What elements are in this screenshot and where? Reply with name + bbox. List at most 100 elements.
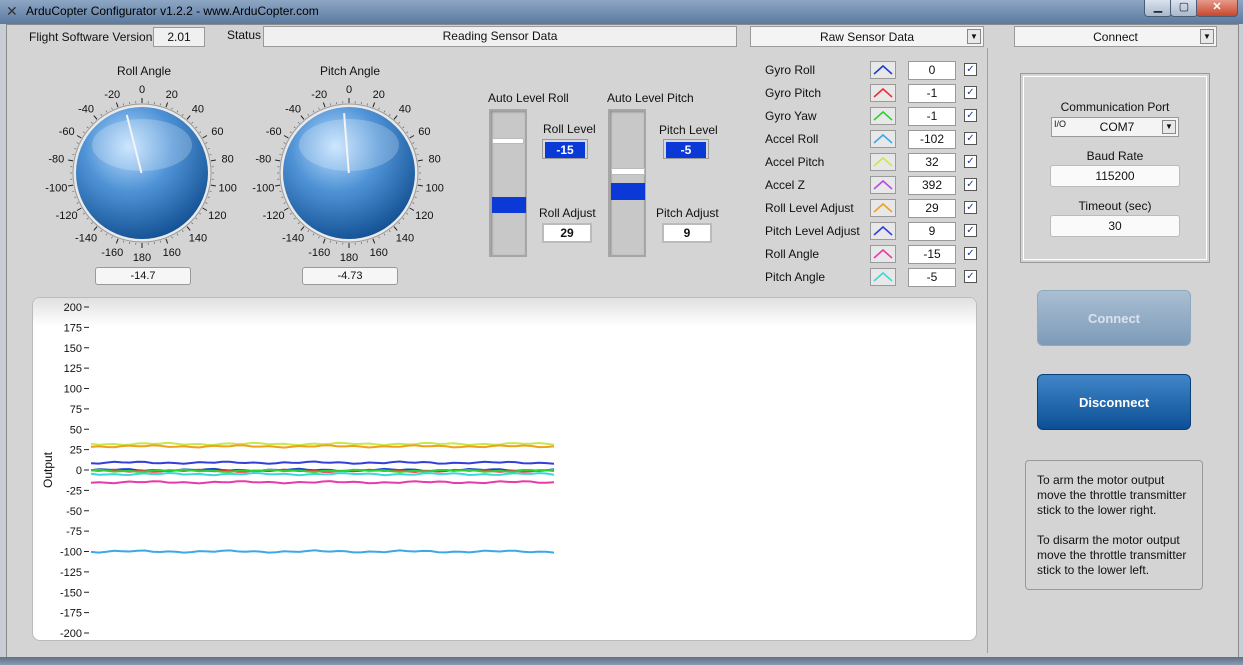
dial-minor-tick (402, 126, 405, 129)
dial-tick (165, 102, 169, 108)
dial-tick (210, 159, 216, 162)
dial-minor-tick (330, 240, 332, 243)
sensor-row: Accel Roll -102 ✓ (758, 130, 980, 153)
sensor-visible-checkbox[interactable]: ✓ (964, 247, 977, 260)
roll-adjust-label: Roll Adjust (539, 206, 596, 220)
dial-tick (76, 207, 82, 211)
dial-tick (186, 226, 191, 231)
roll-adjust-field[interactable]: 29 (542, 223, 592, 243)
pitch-angle-readout: -4.73 (302, 267, 398, 285)
comm-port-select[interactable]: I/O COM7 ▼ (1051, 117, 1179, 137)
sensor-visible-checkbox[interactable]: ✓ (964, 132, 977, 145)
dial-minor-tick (297, 222, 300, 225)
dial-scale-label: -60 (266, 126, 282, 138)
y-tick-label: 175 (64, 322, 82, 334)
dial-scale-label: 100 (218, 183, 236, 195)
dial-scale-label: -60 (59, 126, 75, 138)
line-style-icon[interactable] (870, 245, 896, 263)
dial-minor-tick (209, 190, 212, 192)
roll-level-indicator: -15 (542, 139, 588, 159)
sensor-value: -1 (908, 84, 956, 103)
arming-info-box: To arm the motor output move the throttl… (1025, 460, 1203, 590)
line-style-icon[interactable] (870, 222, 896, 240)
auto-level-pitch-title: Auto Level Pitch (607, 91, 694, 105)
dial-minor-tick (388, 230, 391, 233)
pitch-adjust-field[interactable]: 9 (662, 223, 712, 243)
dial-scale-label: -160 (101, 247, 123, 259)
sensor-visible-checkbox[interactable]: ✓ (964, 109, 977, 122)
dial-minor-tick (191, 121, 194, 124)
dial-scale-label: 60 (211, 126, 223, 138)
window-title: ArduCopter Configurator v1.2.2 - www.Ard… (26, 4, 319, 18)
sensor-visible-checkbox[interactable]: ✓ (964, 86, 977, 99)
line-style-icon[interactable] (870, 268, 896, 286)
dial-scale-label: -40 (78, 104, 94, 116)
line-style-icon[interactable] (870, 199, 896, 217)
dial-scale-label: -120 (263, 210, 285, 222)
pitch-level-marker (611, 168, 645, 175)
dial-minor-tick (312, 233, 315, 236)
roll-angle-readout: -14.7 (95, 267, 191, 285)
dial-minor-tick (90, 121, 93, 124)
dial-minor-tick (293, 217, 296, 220)
dial-minor-tick (318, 107, 320, 110)
disconnect-button[interactable]: Disconnect (1037, 374, 1191, 430)
status-label: Status (227, 28, 262, 42)
roll-level-slider[interactable] (489, 109, 527, 257)
dial-minor-tick (176, 233, 179, 236)
status-value: Reading Sensor Data (263, 26, 737, 47)
line-style-icon[interactable] (870, 84, 896, 102)
sensor-visible-checkbox[interactable]: ✓ (964, 201, 977, 214)
fw-value: 2.01 (153, 27, 205, 47)
dial-tick (68, 184, 74, 187)
sensor-visible-checkbox[interactable]: ✓ (964, 63, 977, 76)
y-tick-label: -150 (60, 587, 82, 599)
line-style-icon[interactable] (870, 61, 896, 79)
dial-scale-label: 20 (166, 89, 178, 101)
dial-tick (115, 102, 119, 108)
sensor-visible-checkbox[interactable]: ✓ (964, 224, 977, 237)
close-button[interactable]: ✕ (1196, 0, 1238, 17)
connect-select[interactable]: Connect ▼ (1014, 26, 1217, 47)
dial-minor-tick (378, 107, 380, 110)
pitch-level-slider[interactable] (608, 109, 646, 257)
dial-scale-label: 180 (133, 252, 151, 264)
sensor-visible-checkbox[interactable]: ✓ (964, 270, 977, 283)
dial-minor-tick (72, 190, 75, 192)
dial-gloss (92, 119, 192, 171)
dial-scale-label: -100 (252, 183, 274, 195)
dial-tick (283, 135, 289, 139)
connect-button[interactable]: Connect (1037, 290, 1191, 346)
dial-scale-label: 40 (192, 104, 204, 116)
dial-scale-label: -160 (308, 247, 330, 259)
roll-level-label: Roll Level (543, 122, 596, 136)
minimize-button[interactable]: ▁ (1144, 0, 1172, 17)
line-style-icon[interactable] (870, 130, 896, 148)
sensor-visible-checkbox[interactable]: ✓ (964, 178, 977, 191)
line-style-icon[interactable] (870, 176, 896, 194)
pitch-level-label: Pitch Level (659, 123, 718, 137)
dial-minor-tick (100, 230, 103, 233)
chevron-down-icon: ▼ (1200, 29, 1214, 44)
timeout-field[interactable]: 30 (1050, 215, 1180, 237)
sensor-visible-checkbox[interactable]: ✓ (964, 155, 977, 168)
dial-tick (409, 135, 415, 139)
dial-minor-tick (412, 202, 415, 204)
dial-minor-tick (159, 103, 161, 106)
line-style-icon[interactable] (870, 153, 896, 171)
dial-tick (283, 207, 289, 211)
mode-select[interactable]: Raw Sensor Data ▼ (750, 26, 984, 47)
y-tick-label: 0 (76, 465, 82, 477)
baud-rate-field[interactable]: 115200 (1050, 165, 1180, 187)
dial-scale-label: 60 (418, 126, 430, 138)
maximize-button[interactable]: ▢ (1170, 0, 1198, 17)
dial-minor-tick (307, 113, 310, 116)
sensor-value: -1 (908, 107, 956, 126)
dial-minor-tick (176, 110, 179, 113)
dial-minor-tick (111, 107, 113, 110)
series-line (90, 549, 555, 554)
sensor-value: 29 (908, 199, 956, 218)
dial-minor-tick (74, 148, 77, 150)
dial-minor-tick (74, 196, 77, 198)
line-style-icon[interactable] (870, 107, 896, 125)
